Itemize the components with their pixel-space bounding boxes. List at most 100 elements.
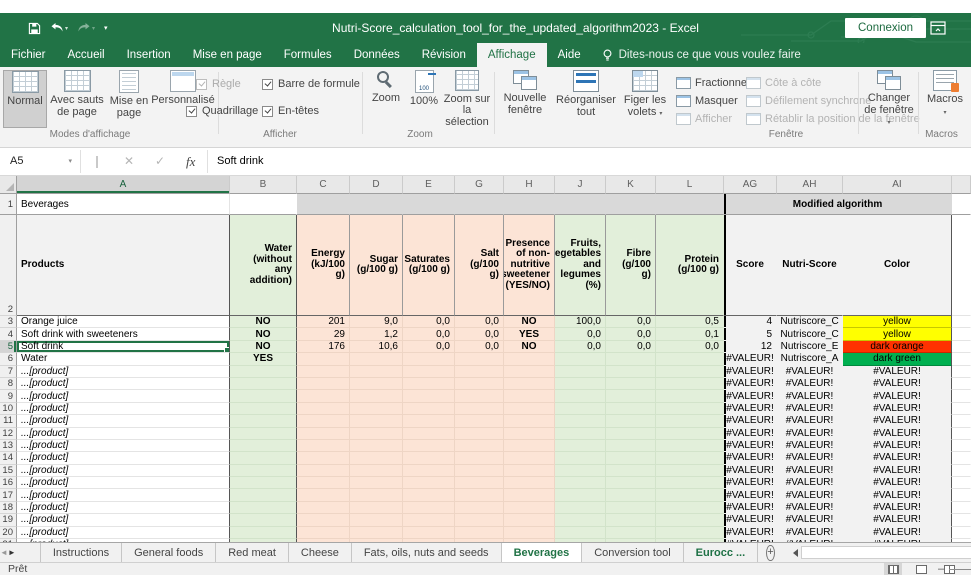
cell[interactable]: #VALEUR!	[843, 440, 952, 452]
cell[interactable]	[455, 502, 504, 514]
row-header-16[interactable]: 16	[0, 477, 17, 489]
cell-partial[interactable]	[952, 341, 971, 353]
row-header-20[interactable]: 20	[0, 527, 17, 539]
cell[interactable]	[403, 502, 455, 514]
row-header-8[interactable]: 8	[0, 378, 17, 390]
cell[interactable]: YES	[504, 328, 555, 340]
cell[interactable]	[555, 489, 606, 501]
row-header-1[interactable]: 1	[0, 194, 17, 215]
cell[interactable]	[230, 378, 297, 390]
cell[interactable]	[403, 527, 455, 539]
cell[interactable]: #VALEUR!	[843, 403, 952, 415]
cell[interactable]: NO	[504, 316, 555, 328]
cell[interactable]	[350, 403, 403, 415]
cell[interactable]: ...[product]	[17, 378, 230, 390]
freeze-panes-button[interactable]: Figer les volets ▾	[619, 70, 671, 128]
row-header-6[interactable]: 6	[0, 353, 17, 365]
cell[interactable]	[297, 415, 350, 427]
cell[interactable]: Nutriscore_C	[777, 328, 843, 340]
cell[interactable]: 9,0	[350, 316, 403, 328]
cell-partial[interactable]	[952, 428, 971, 440]
cell[interactable]	[504, 415, 555, 427]
cell[interactable]: 4	[724, 316, 777, 328]
cell[interactable]: #VALEUR!	[724, 390, 777, 402]
cell[interactable]	[297, 390, 350, 402]
cell[interactable]: #VALEUR!	[777, 527, 843, 539]
header-cell[interactable]: Products	[17, 215, 230, 316]
cell[interactable]: yellow	[843, 328, 952, 340]
sheet-tab-fats-oils-nuts-and-seeds[interactable]: Fats, oils, nuts and seeds	[352, 543, 502, 562]
row-header-18[interactable]: 18	[0, 502, 17, 514]
undo-button[interactable]: ▾	[50, 22, 68, 34]
cell[interactable]	[455, 366, 504, 378]
cell[interactable]: Nutriscore_E	[777, 341, 843, 353]
cell[interactable]: 100,0	[555, 316, 606, 328]
cell[interactable]: #VALEUR!	[777, 477, 843, 489]
cell[interactable]: 0,0	[606, 316, 656, 328]
cell[interactable]: #VALEUR!	[777, 378, 843, 390]
row-header-10[interactable]: 10	[0, 403, 17, 415]
cell-partial[interactable]	[952, 440, 971, 452]
cell[interactable]	[606, 477, 656, 489]
cell-partial[interactable]	[952, 477, 971, 489]
row-header-14[interactable]: 14	[0, 452, 17, 464]
cell[interactable]	[230, 465, 297, 477]
cell[interactable]: 29	[297, 328, 350, 340]
cell[interactable]: #VALEUR!	[843, 527, 952, 539]
menu-tab-accueil[interactable]: Accueil	[57, 43, 116, 67]
macros-button[interactable]: Macros▾	[922, 70, 968, 128]
sheet-tab-instructions[interactable]: Instructions	[40, 543, 122, 562]
cell[interactable]	[297, 527, 350, 539]
header-cell[interactable]: Score	[724, 215, 777, 316]
cell[interactable]: ...[product]	[17, 452, 230, 464]
cell[interactable]	[555, 366, 606, 378]
cell[interactable]	[297, 489, 350, 501]
cell[interactable]	[606, 440, 656, 452]
cell[interactable]	[606, 489, 656, 501]
cell[interactable]	[403, 403, 455, 415]
cell[interactable]: #VALEUR!	[777, 390, 843, 402]
cell[interactable]: #VALEUR!	[777, 415, 843, 427]
cell[interactable]: #VALEUR!	[777, 502, 843, 514]
cell[interactable]: #VALEUR!	[843, 477, 952, 489]
column-header-AI[interactable]: AI	[843, 176, 952, 194]
cell[interactable]: 0,0	[656, 341, 724, 353]
cell[interactable]: 0,0	[555, 341, 606, 353]
cell[interactable]	[230, 514, 297, 526]
cell[interactable]	[350, 428, 403, 440]
cell[interactable]	[555, 403, 606, 415]
cell[interactable]	[403, 390, 455, 402]
cell[interactable]: ...[product]	[17, 390, 230, 402]
cell[interactable]: ...[product]	[17, 415, 230, 427]
cell[interactable]	[455, 403, 504, 415]
column-header-G[interactable]: G	[455, 176, 504, 194]
cell-row1-gray[interactable]	[504, 194, 555, 215]
cell[interactable]	[297, 477, 350, 489]
zoom-100-button[interactable]: 100 100%	[406, 70, 442, 128]
cell[interactable]	[403, 514, 455, 526]
cell[interactable]	[455, 514, 504, 526]
cell[interactable]	[656, 378, 724, 390]
cell[interactable]	[656, 403, 724, 415]
cell[interactable]: #VALEUR!	[724, 514, 777, 526]
column-header-D[interactable]: D	[350, 176, 403, 194]
cell[interactable]: ...[product]	[17, 477, 230, 489]
column-header-A[interactable]: A	[17, 176, 230, 194]
cell[interactable]: ...[product]	[17, 514, 230, 526]
cell-A1[interactable]: Beverages	[17, 194, 230, 215]
cell[interactable]: #VALEUR!	[843, 415, 952, 427]
cell[interactable]: #VALEUR!	[777, 403, 843, 415]
cell[interactable]	[555, 440, 606, 452]
cell[interactable]: #VALEUR!	[843, 378, 952, 390]
cell[interactable]	[555, 477, 606, 489]
page-layout-button[interactable]: Mise en page	[106, 70, 152, 128]
cell[interactable]: #VALEUR!	[724, 428, 777, 440]
menu-tab-donn-es[interactable]: Données	[343, 43, 411, 67]
cell[interactable]	[606, 514, 656, 526]
column-header-K[interactable]: K	[606, 176, 656, 194]
cell[interactable]: #VALEUR!	[777, 440, 843, 452]
cell[interactable]	[606, 415, 656, 427]
switch-windows-button[interactable]: Changer de fenêtre ▾	[862, 70, 916, 128]
cell[interactable]	[350, 366, 403, 378]
row-header-7[interactable]: 7	[0, 366, 17, 378]
